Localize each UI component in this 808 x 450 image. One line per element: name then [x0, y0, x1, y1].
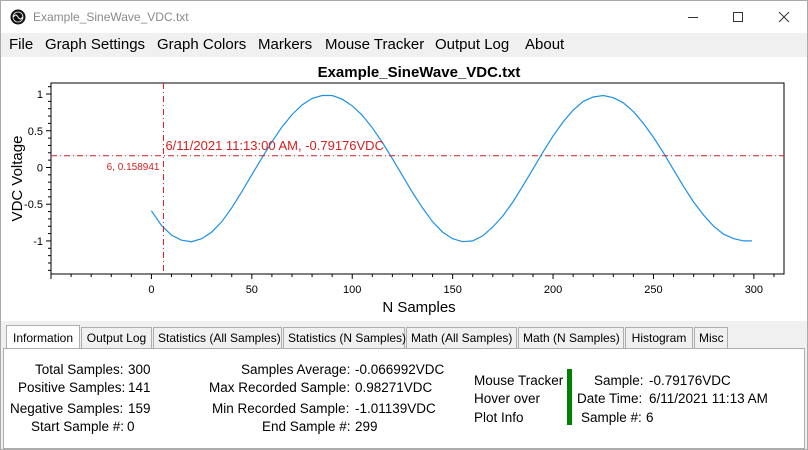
- tab-statistics-all[interactable]: Statistics (All Samples): [153, 327, 282, 349]
- negative-samples-value: 159: [128, 401, 151, 416]
- tab-misc[interactable]: Misc: [694, 327, 728, 349]
- tracker-indicator-bar: [567, 369, 572, 425]
- series-line: [150, 94, 752, 243]
- total-samples-label: Total Samples:: [35, 362, 124, 377]
- y-axis-label: VDC Voltage: [9, 136, 26, 222]
- menu-graph-settings[interactable]: Graph Settings: [45, 36, 145, 53]
- y-tick-label: 1: [37, 89, 43, 101]
- start-sample-label: Start Sample #:: [31, 419, 125, 434]
- menu-graph-colors[interactable]: Graph Colors: [157, 36, 246, 53]
- menu-markers[interactable]: Markers: [258, 36, 312, 53]
- y-tick-label: -0.5: [24, 199, 43, 211]
- maximize-icon: [733, 12, 743, 22]
- total-samples-value: 300: [128, 362, 151, 377]
- tab-math-all[interactable]: Math (All Samples): [406, 327, 517, 349]
- tracker-index-label: Sample #:: [581, 410, 642, 425]
- x-tick-label: 250: [644, 284, 662, 296]
- menu-file[interactable]: File: [9, 36, 33, 53]
- tracker-sample-label: Sample:: [594, 373, 644, 388]
- minimize-icon: [688, 17, 698, 18]
- y-tick-label: -1: [33, 236, 43, 248]
- x-tick-label: 0: [148, 284, 154, 296]
- tracker-title-line1: Mouse Tracker: [474, 373, 564, 388]
- samples-average-label: Samples Average:: [241, 362, 351, 377]
- tracker-title-line2: Hover over: [474, 391, 541, 406]
- min-sample-value: -1.01139VDC: [355, 401, 436, 416]
- tab-label: Information: [12, 331, 74, 345]
- max-sample-value: 0.98271VDC: [355, 380, 433, 395]
- tab-label: Statistics (N Samples): [288, 331, 407, 345]
- tab-label: Output Log: [86, 331, 147, 345]
- tab-histogram[interactable]: Histogram: [625, 327, 693, 349]
- tab-math-n[interactable]: Math (N Samples): [518, 327, 624, 349]
- end-sample-value: 299: [355, 419, 378, 434]
- plot-frame: [50, 82, 785, 275]
- close-icon: [778, 11, 790, 23]
- x-tick-label: 100: [343, 284, 361, 296]
- tab-output-log[interactable]: Output Log: [81, 327, 152, 349]
- menu-output-log[interactable]: Output Log: [435, 36, 509, 53]
- tracker-sample-value: -0.79176VDC: [649, 373, 731, 388]
- end-sample-label: End Sample #:: [262, 419, 351, 434]
- positive-samples-value: 141: [128, 380, 151, 395]
- x-tick-label: 50: [246, 284, 258, 296]
- tab-information[interactable]: Information: [6, 325, 80, 349]
- y-tick-label: 0.5: [28, 126, 43, 138]
- positive-samples-label: Positive Samples:: [18, 380, 126, 395]
- x-tick-label: 150: [443, 284, 461, 296]
- crosshair-label: 6/11/2021 11:13:00 AM, -0.79176VDC: [165, 138, 384, 153]
- start-sample-value: 0: [127, 419, 135, 434]
- x-tick-label: 300: [745, 284, 763, 296]
- maximize-button[interactable]: [715, 1, 761, 33]
- sine-wave-chart[interactable]: Example_SineWave_VDC.txt 0 50 100 150 200 250 3…: [1, 57, 807, 321]
- chart-title: Example_SineWave_VDC.txt: [318, 64, 521, 81]
- window-title: Example_SineWave_VDC.txt: [33, 10, 189, 24]
- menu-about[interactable]: About: [525, 36, 564, 53]
- tracker-datetime-value: 6/11/2021 11:13 AM: [649, 391, 768, 406]
- tab-label: Misc: [699, 331, 724, 345]
- y-tick-label: 0: [37, 162, 43, 174]
- tab-label: Math (All Samples): [411, 331, 513, 345]
- menu-mouse-tracker[interactable]: Mouse Tracker: [325, 36, 424, 53]
- min-sample-label: Min Recorded Sample:: [212, 401, 350, 416]
- x-tick-label: 200: [544, 284, 562, 296]
- tracker-index-value: 6: [646, 410, 654, 425]
- samples-average-value: -0.066992VDC: [355, 362, 445, 377]
- tracker-title-line3: Plot Info: [474, 410, 524, 425]
- tab-statistics-n[interactable]: Statistics (N Samples): [283, 327, 407, 349]
- app-icon: [10, 9, 26, 25]
- tab-strip: Information Output Log Statistics (All S…: [1, 325, 807, 349]
- tracker-datetime-label: Date Time:: [577, 391, 643, 406]
- tab-label: Statistics (All Samples): [158, 331, 281, 345]
- negative-samples-label: Negative Samples:: [10, 401, 124, 416]
- menu-bar: File Graph Settings Graph Colors Markers…: [1, 33, 807, 57]
- close-button[interactable]: [761, 1, 807, 33]
- plot-area[interactable]: Example_SineWave_VDC.txt 0 50 100 150 200 250 3…: [1, 57, 807, 321]
- tab-label: Math (N Samples): [523, 331, 620, 345]
- x-axis-label: N Samples: [382, 299, 455, 316]
- max-sample-label: Max Recorded Sample:: [209, 380, 351, 395]
- app-window: Example_SineWave_VDC.txt File Graph Sett…: [0, 0, 808, 450]
- minimize-button[interactable]: [670, 1, 716, 33]
- title-bar[interactable]: Example_SineWave_VDC.txt: [1, 1, 807, 33]
- tab-label: Histogram: [631, 331, 687, 345]
- crosshair-axis-label: 6, 0.158941: [107, 162, 160, 173]
